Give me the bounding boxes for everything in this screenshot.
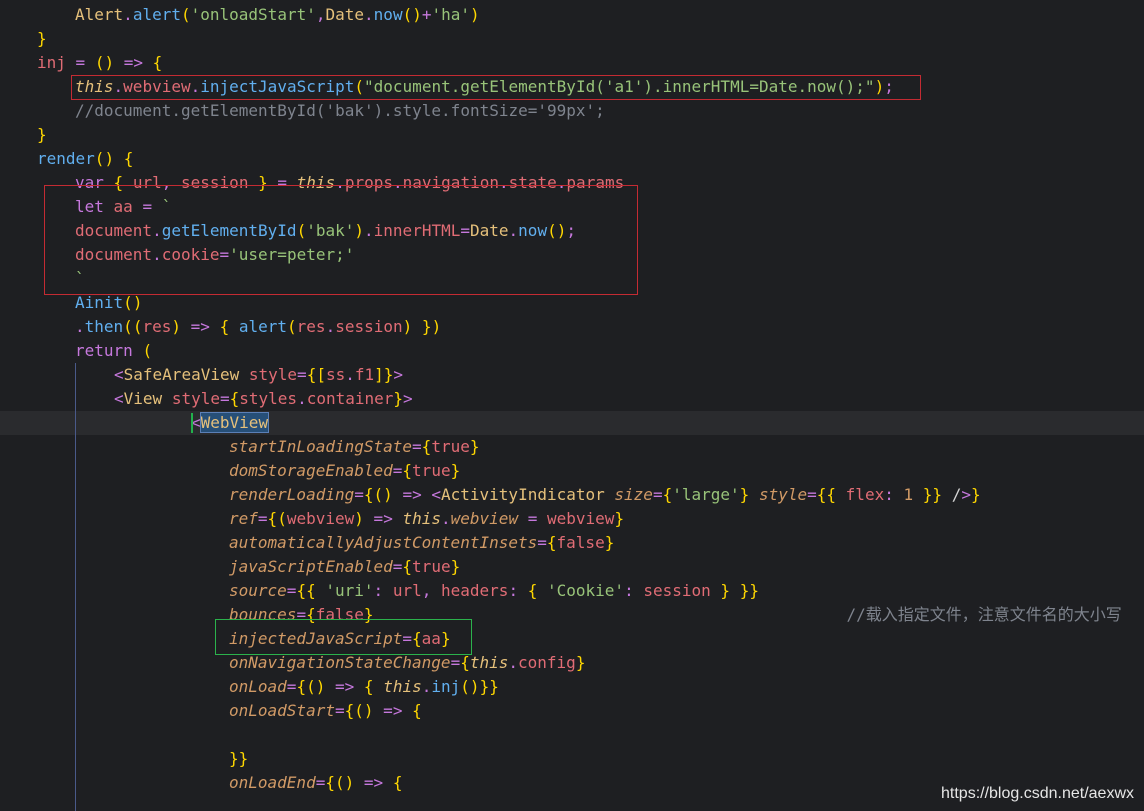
code-line[interactable]: }	[37, 123, 1144, 147]
code-line[interactable]: startInLoadingState={true}	[229, 435, 1144, 459]
annotation-box-inject-js	[71, 75, 921, 100]
code-line[interactable]: <WebView	[191, 411, 1144, 435]
code-line[interactable]: onLoadStart={() => {	[229, 699, 1144, 723]
code-line[interactable]: domStorageEnabled={true}	[229, 459, 1144, 483]
inline-comment: //载入指定文件，注意文件名的大小写	[846, 605, 1122, 624]
code-line[interactable]: }	[37, 27, 1144, 51]
code-line[interactable]: javaScriptEnabled={true}	[229, 555, 1144, 579]
code-line[interactable]: //document.getElementById('bak').style.f…	[75, 99, 1144, 123]
annotation-box-injected-prop	[215, 619, 472, 655]
indent-guide	[75, 363, 76, 811]
code-editor[interactable]: Alert.alert('onloadStart',Date.now()+'ha…	[0, 0, 1144, 811]
code-line[interactable]: <SafeAreaView style={[ss.f1]}>	[114, 363, 1144, 387]
watermark: https://blog.csdn.net/aexwx	[941, 785, 1134, 802]
code-line[interactable]: onLoad={() => { this.inj()}}	[229, 675, 1144, 699]
code-line[interactable]: Alert.alert('onloadStart',Date.now()+'ha…	[75, 3, 1144, 27]
code-line[interactable]: renderLoading={() => <ActivityIndicator …	[229, 483, 1144, 507]
code-line[interactable]: }}	[229, 747, 1144, 771]
code-line[interactable]	[229, 723, 1144, 747]
code-line[interactable]: inj = () => {	[37, 51, 1144, 75]
code-line[interactable]: return (	[75, 339, 1144, 363]
annotation-box-template-string	[44, 185, 638, 295]
code-line[interactable]: ref={(webview) => this.webview = webview…	[229, 507, 1144, 531]
code-line[interactable]: <View style={styles.container}>	[114, 387, 1144, 411]
text-cursor	[191, 413, 193, 433]
code-line[interactable]: render() {	[37, 147, 1144, 171]
code-line[interactable]: automaticallyAdjustContentInsets={false}	[229, 531, 1144, 555]
code-line[interactable]: .then((res) => { alert(res.session) })	[75, 315, 1144, 339]
